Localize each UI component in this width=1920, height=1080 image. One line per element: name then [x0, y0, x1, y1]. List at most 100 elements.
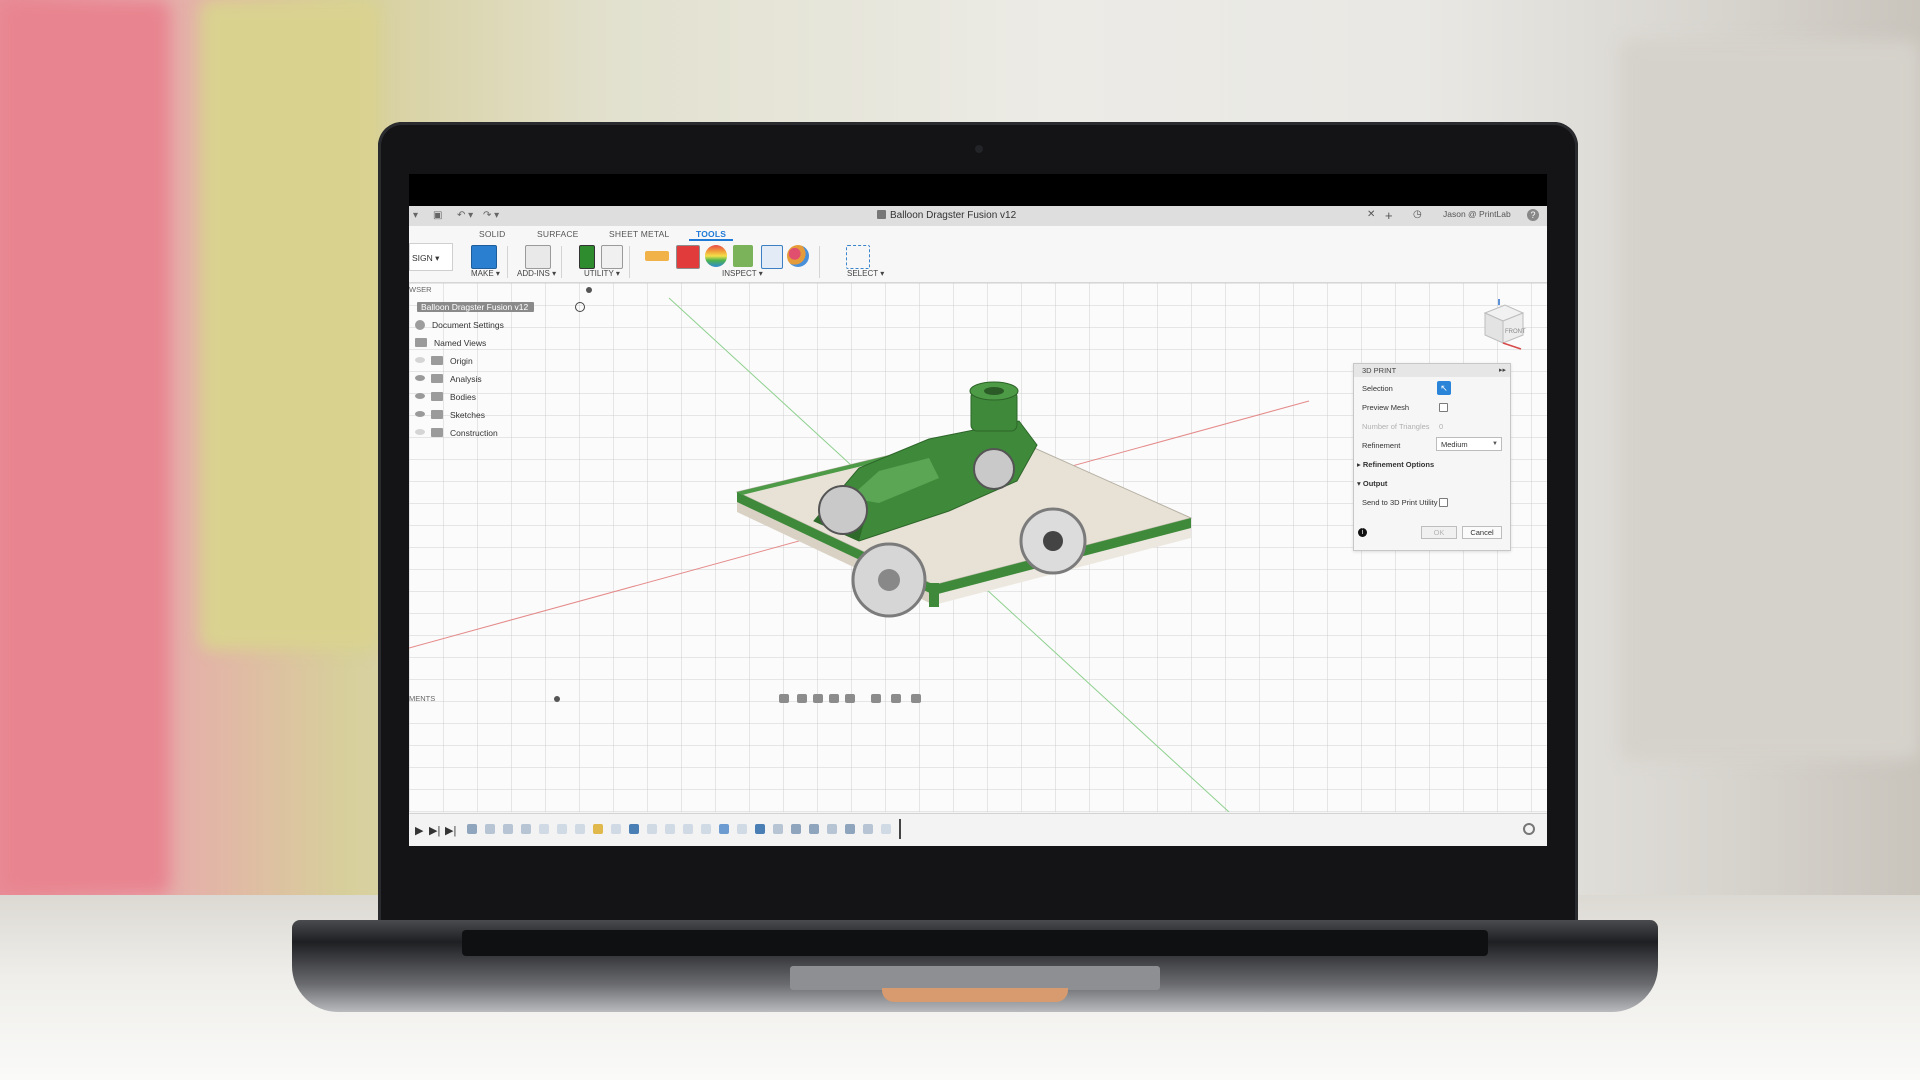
- tree-item-sketches[interactable]: Sketches: [415, 407, 485, 423]
- eye-icon[interactable]: [415, 429, 425, 435]
- scripts-addins-icon[interactable]: [525, 245, 551, 269]
- tab-tools[interactable]: TOOLS: [696, 229, 726, 239]
- gear-icon[interactable]: [1523, 823, 1535, 835]
- group-inspect[interactable]: INSPECT ▾: [722, 269, 763, 278]
- go-to-end-icon[interactable]: ▶|: [445, 824, 456, 837]
- tree-item-bodies[interactable]: Bodies: [415, 389, 476, 405]
- eye-icon[interactable]: [415, 411, 425, 417]
- output-toggle[interactable]: ▾ Output: [1357, 479, 1387, 488]
- timeline-feature[interactable]: [485, 824, 495, 834]
- send-to-utility-checkbox[interactable]: [1439, 498, 1448, 507]
- measure-icon[interactable]: [645, 251, 669, 261]
- user-account[interactable]: Jason @ PrintLab: [1443, 209, 1511, 219]
- info-icon[interactable]: i: [1358, 528, 1367, 537]
- tree-item-construction[interactable]: Construction: [415, 425, 498, 441]
- tree-root[interactable]: Balloon Dragster Fusion v12: [417, 299, 585, 315]
- help-icon[interactable]: ?: [1527, 209, 1539, 221]
- expand-dialog-icon[interactable]: ▸▸: [1499, 364, 1506, 377]
- timeline-feature[interactable]: [827, 824, 837, 834]
- selection-pointer-button[interactable]: ↖: [1437, 381, 1451, 395]
- group-add-ins[interactable]: ADD-INS ▾: [517, 269, 556, 278]
- group-select[interactable]: SELECT ▾: [847, 269, 884, 278]
- timeline-feature[interactable]: [791, 824, 801, 834]
- timeline-feature[interactable]: [719, 824, 729, 834]
- interference-icon[interactable]: [676, 245, 700, 269]
- timeline-feature[interactable]: [755, 824, 765, 834]
- traffic-light-icon[interactable]: [579, 245, 595, 269]
- timeline-feature[interactable]: [773, 824, 783, 834]
- timeline-feature[interactable]: [683, 824, 693, 834]
- timeline-feature[interactable]: [665, 824, 675, 834]
- display-settings-icon[interactable]: [871, 694, 881, 703]
- grid-settings-icon[interactable]: [891, 694, 901, 703]
- group-utility[interactable]: UTILITY ▾: [584, 269, 620, 278]
- window-select-icon[interactable]: [846, 245, 870, 269]
- timeline-feature[interactable]: [557, 824, 567, 834]
- refinement-dropdown[interactable]: Medium ▼: [1436, 437, 1502, 451]
- timeline-feature[interactable]: [809, 824, 819, 834]
- tree-item-named-views[interactable]: Named Views: [415, 335, 486, 351]
- comments-panel[interactable]: MENTS: [409, 692, 569, 706]
- activate-component-icon[interactable]: [575, 302, 585, 312]
- tab-sheet-metal[interactable]: SHEET METAL: [609, 229, 669, 239]
- ok-button[interactable]: OK: [1421, 526, 1457, 539]
- close-tab-icon[interactable]: ✕: [1367, 209, 1375, 220]
- section-analysis-icon[interactable]: [733, 245, 753, 267]
- timeline-feature[interactable]: [845, 824, 855, 834]
- look-at-icon[interactable]: [797, 694, 807, 703]
- timeline-feature[interactable]: [539, 824, 549, 834]
- refinement-options-toggle[interactable]: ▸ Refinement Options: [1357, 460, 1434, 469]
- redo-icon[interactable]: ↷ ▾: [483, 210, 499, 221]
- undo-icon[interactable]: ↶ ▾: [457, 210, 473, 221]
- step-forward-icon[interactable]: ▶|: [429, 824, 440, 837]
- tree-item-origin[interactable]: Origin: [415, 353, 473, 369]
- pan-icon[interactable]: [813, 694, 823, 703]
- orbit-icon[interactable]: [779, 694, 789, 703]
- timeline-feature[interactable]: [701, 824, 711, 834]
- save-icon[interactable]: ▣: [433, 210, 442, 221]
- parameters-table-icon[interactable]: [601, 245, 623, 269]
- preview-mesh-label: Preview Mesh: [1362, 403, 1410, 412]
- timeline-marker[interactable]: [899, 819, 901, 839]
- preview-mesh-checkbox[interactable]: [1439, 403, 1448, 412]
- new-tab-icon[interactable]: +: [1385, 208, 1393, 223]
- timeline-feature[interactable]: [575, 824, 585, 834]
- make-3d-print-icon[interactable]: [471, 245, 497, 269]
- cancel-button[interactable]: Cancel: [1462, 526, 1502, 539]
- clock-icon[interactable]: ◷: [1413, 209, 1422, 220]
- comments-add-icon[interactable]: [554, 696, 560, 702]
- workspace-switcher[interactable]: SIGN ▾: [409, 243, 453, 271]
- timeline-feature[interactable]: [629, 824, 639, 834]
- timeline-feature[interactable]: [647, 824, 657, 834]
- timeline-feature[interactable]: [881, 824, 891, 834]
- timeline-feature[interactable]: [521, 824, 531, 834]
- timeline-feature[interactable]: [467, 824, 477, 834]
- timeline-feature[interactable]: [593, 824, 603, 834]
- tree-item-document-settings[interactable]: Document Settings: [415, 317, 504, 333]
- viewports-icon[interactable]: [911, 694, 921, 703]
- tree-root-label[interactable]: Balloon Dragster Fusion v12: [417, 302, 535, 312]
- fit-icon[interactable]: [845, 694, 855, 703]
- tree-item-analysis[interactable]: Analysis: [415, 371, 482, 387]
- zoom-icon[interactable]: [829, 694, 839, 703]
- tab-solid[interactable]: SOLID: [479, 229, 506, 239]
- timeline-feature[interactable]: [737, 824, 747, 834]
- viewcube[interactable]: FRONT: [1475, 299, 1529, 353]
- timeline-feature[interactable]: [503, 824, 513, 834]
- tab-surface[interactable]: SURFACE: [537, 229, 579, 239]
- component-color-cycling-icon[interactable]: [787, 245, 809, 267]
- file-menu-icon[interactable]: ▾: [413, 210, 418, 221]
- center-of-mass-icon[interactable]: [761, 245, 783, 269]
- curvature-comb-icon[interactable]: [705, 245, 727, 267]
- browser-pin-icon[interactable]: [586, 287, 592, 293]
- eye-icon[interactable]: [415, 375, 425, 381]
- group-make[interactable]: MAKE ▾: [471, 269, 500, 278]
- timeline-feature[interactable]: [611, 824, 621, 834]
- canvas-viewport[interactable]: WSER Balloon Dragster Fusion v12 Documen…: [409, 283, 1547, 812]
- eye-icon[interactable]: [415, 357, 425, 363]
- eye-icon[interactable]: [415, 393, 425, 399]
- timeline-feature[interactable]: [863, 824, 873, 834]
- wheel-hub: [1043, 531, 1063, 551]
- background-panel-yellow: [200, 0, 380, 650]
- play-icon[interactable]: ▶: [415, 824, 423, 837]
